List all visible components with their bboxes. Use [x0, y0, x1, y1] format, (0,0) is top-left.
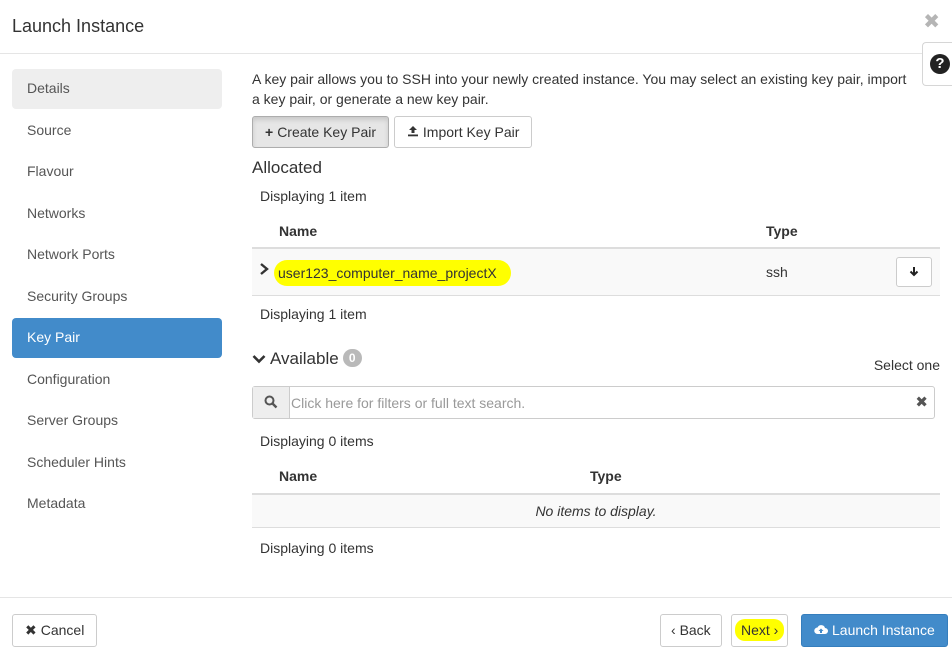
plus-icon: +	[265, 124, 274, 140]
available-count-badge: 0	[342, 349, 362, 367]
nav-item-security-groups[interactable]: Security Groups	[12, 277, 222, 317]
cancel-button[interactable]: ✖ Cancel	[12, 614, 98, 647]
arrow-down-icon	[909, 264, 919, 280]
upload-icon	[407, 117, 419, 147]
search-icon	[253, 387, 290, 418]
key-pair-type: ssh	[766, 264, 788, 280]
close-icon[interactable]: ✖	[923, 10, 940, 34]
modal-footer: ✖ Cancel ‹ Back Next › Launch Instance	[0, 597, 952, 658]
back-button[interactable]: ‹ Back	[660, 614, 722, 647]
chevron-right-icon: ›	[769, 622, 779, 638]
key-pair-intro: A key pair allows you to SSH into your n…	[252, 71, 907, 107]
key-pair-panel: A key pair allows you to SSH into your n…	[252, 69, 940, 556]
times-icon: ✖	[25, 622, 37, 638]
allocated-heading: Allocated	[252, 158, 322, 177]
search-bar: ✖	[252, 386, 935, 419]
nav-item-scheduler-hints[interactable]: Scheduler Hints	[12, 443, 222, 483]
cancel-label: Cancel	[40, 622, 85, 638]
import-key-pair-button[interactable]: Import Key Pair	[393, 116, 533, 148]
allocated-count-bottom: Displaying 1 item	[260, 306, 367, 322]
nav-item-networks[interactable]: Networks	[12, 194, 222, 234]
create-key-pair-button[interactable]: + Create Key Pair	[252, 116, 390, 148]
wizard-nav: Details Source Flavour Networks Network …	[12, 69, 222, 526]
available-col-type[interactable]: Type	[590, 468, 622, 484]
allocated-count-top: Displaying 1 item	[260, 188, 367, 204]
modal-header: Launch Instance ✖	[0, 0, 952, 54]
nav-item-flavour[interactable]: Flavour	[12, 152, 222, 192]
nav-item-key-pair[interactable]: Key Pair	[12, 318, 222, 358]
table-row[interactable]: user123_computer_name_projectX ssh	[252, 249, 940, 296]
nav-item-source[interactable]: Source	[12, 111, 222, 151]
create-key-pair-label: Create Key Pair	[277, 124, 377, 140]
nav-item-server-groups[interactable]: Server Groups	[12, 401, 222, 441]
import-key-pair-label: Import Key Pair	[422, 124, 520, 140]
launch-instance-button[interactable]: Launch Instance	[801, 614, 948, 647]
nav-item-metadata[interactable]: Metadata	[12, 484, 222, 524]
nav-item-network-ports[interactable]: Network Ports	[12, 235, 222, 275]
key-pair-actions: + Create Key Pair Import Key Pair	[252, 116, 533, 148]
available-count-top: Displaying 0 items	[260, 433, 374, 449]
key-pair-name: user123_computer_name_projectX	[274, 260, 511, 286]
available-col-name[interactable]: Name	[279, 468, 317, 484]
available-count-bottom: Displaying 0 items	[260, 540, 374, 556]
chevron-left-icon: ‹	[671, 622, 676, 638]
clear-icon[interactable]: ✖	[915, 393, 928, 411]
launch-instance-label: Launch Instance	[832, 622, 935, 638]
next-button[interactable]: Next ›	[731, 614, 789, 647]
chevron-right-icon[interactable]	[259, 262, 269, 280]
nav-item-details[interactable]: Details	[12, 69, 222, 109]
allocated-col-type[interactable]: Type	[766, 223, 798, 239]
search-input[interactable]	[291, 387, 911, 418]
allocated-col-name[interactable]: Name	[279, 223, 317, 239]
chevron-down-icon	[252, 349, 266, 368]
next-label: Next	[741, 622, 770, 638]
back-label: Back	[679, 622, 711, 638]
available-heading[interactable]: Available 0	[252, 349, 362, 369]
nav-item-configuration[interactable]: Configuration	[12, 360, 222, 400]
select-one-hint: Select one	[873, 357, 940, 373]
next-highlight: Next ›	[735, 619, 785, 641]
deallocate-button[interactable]	[896, 257, 932, 287]
cloud-upload-icon	[814, 615, 828, 646]
empty-table-message: No items to display.	[252, 495, 940, 528]
modal-title: Launch Instance	[12, 16, 145, 36]
available-heading-label: Available	[270, 349, 339, 368]
